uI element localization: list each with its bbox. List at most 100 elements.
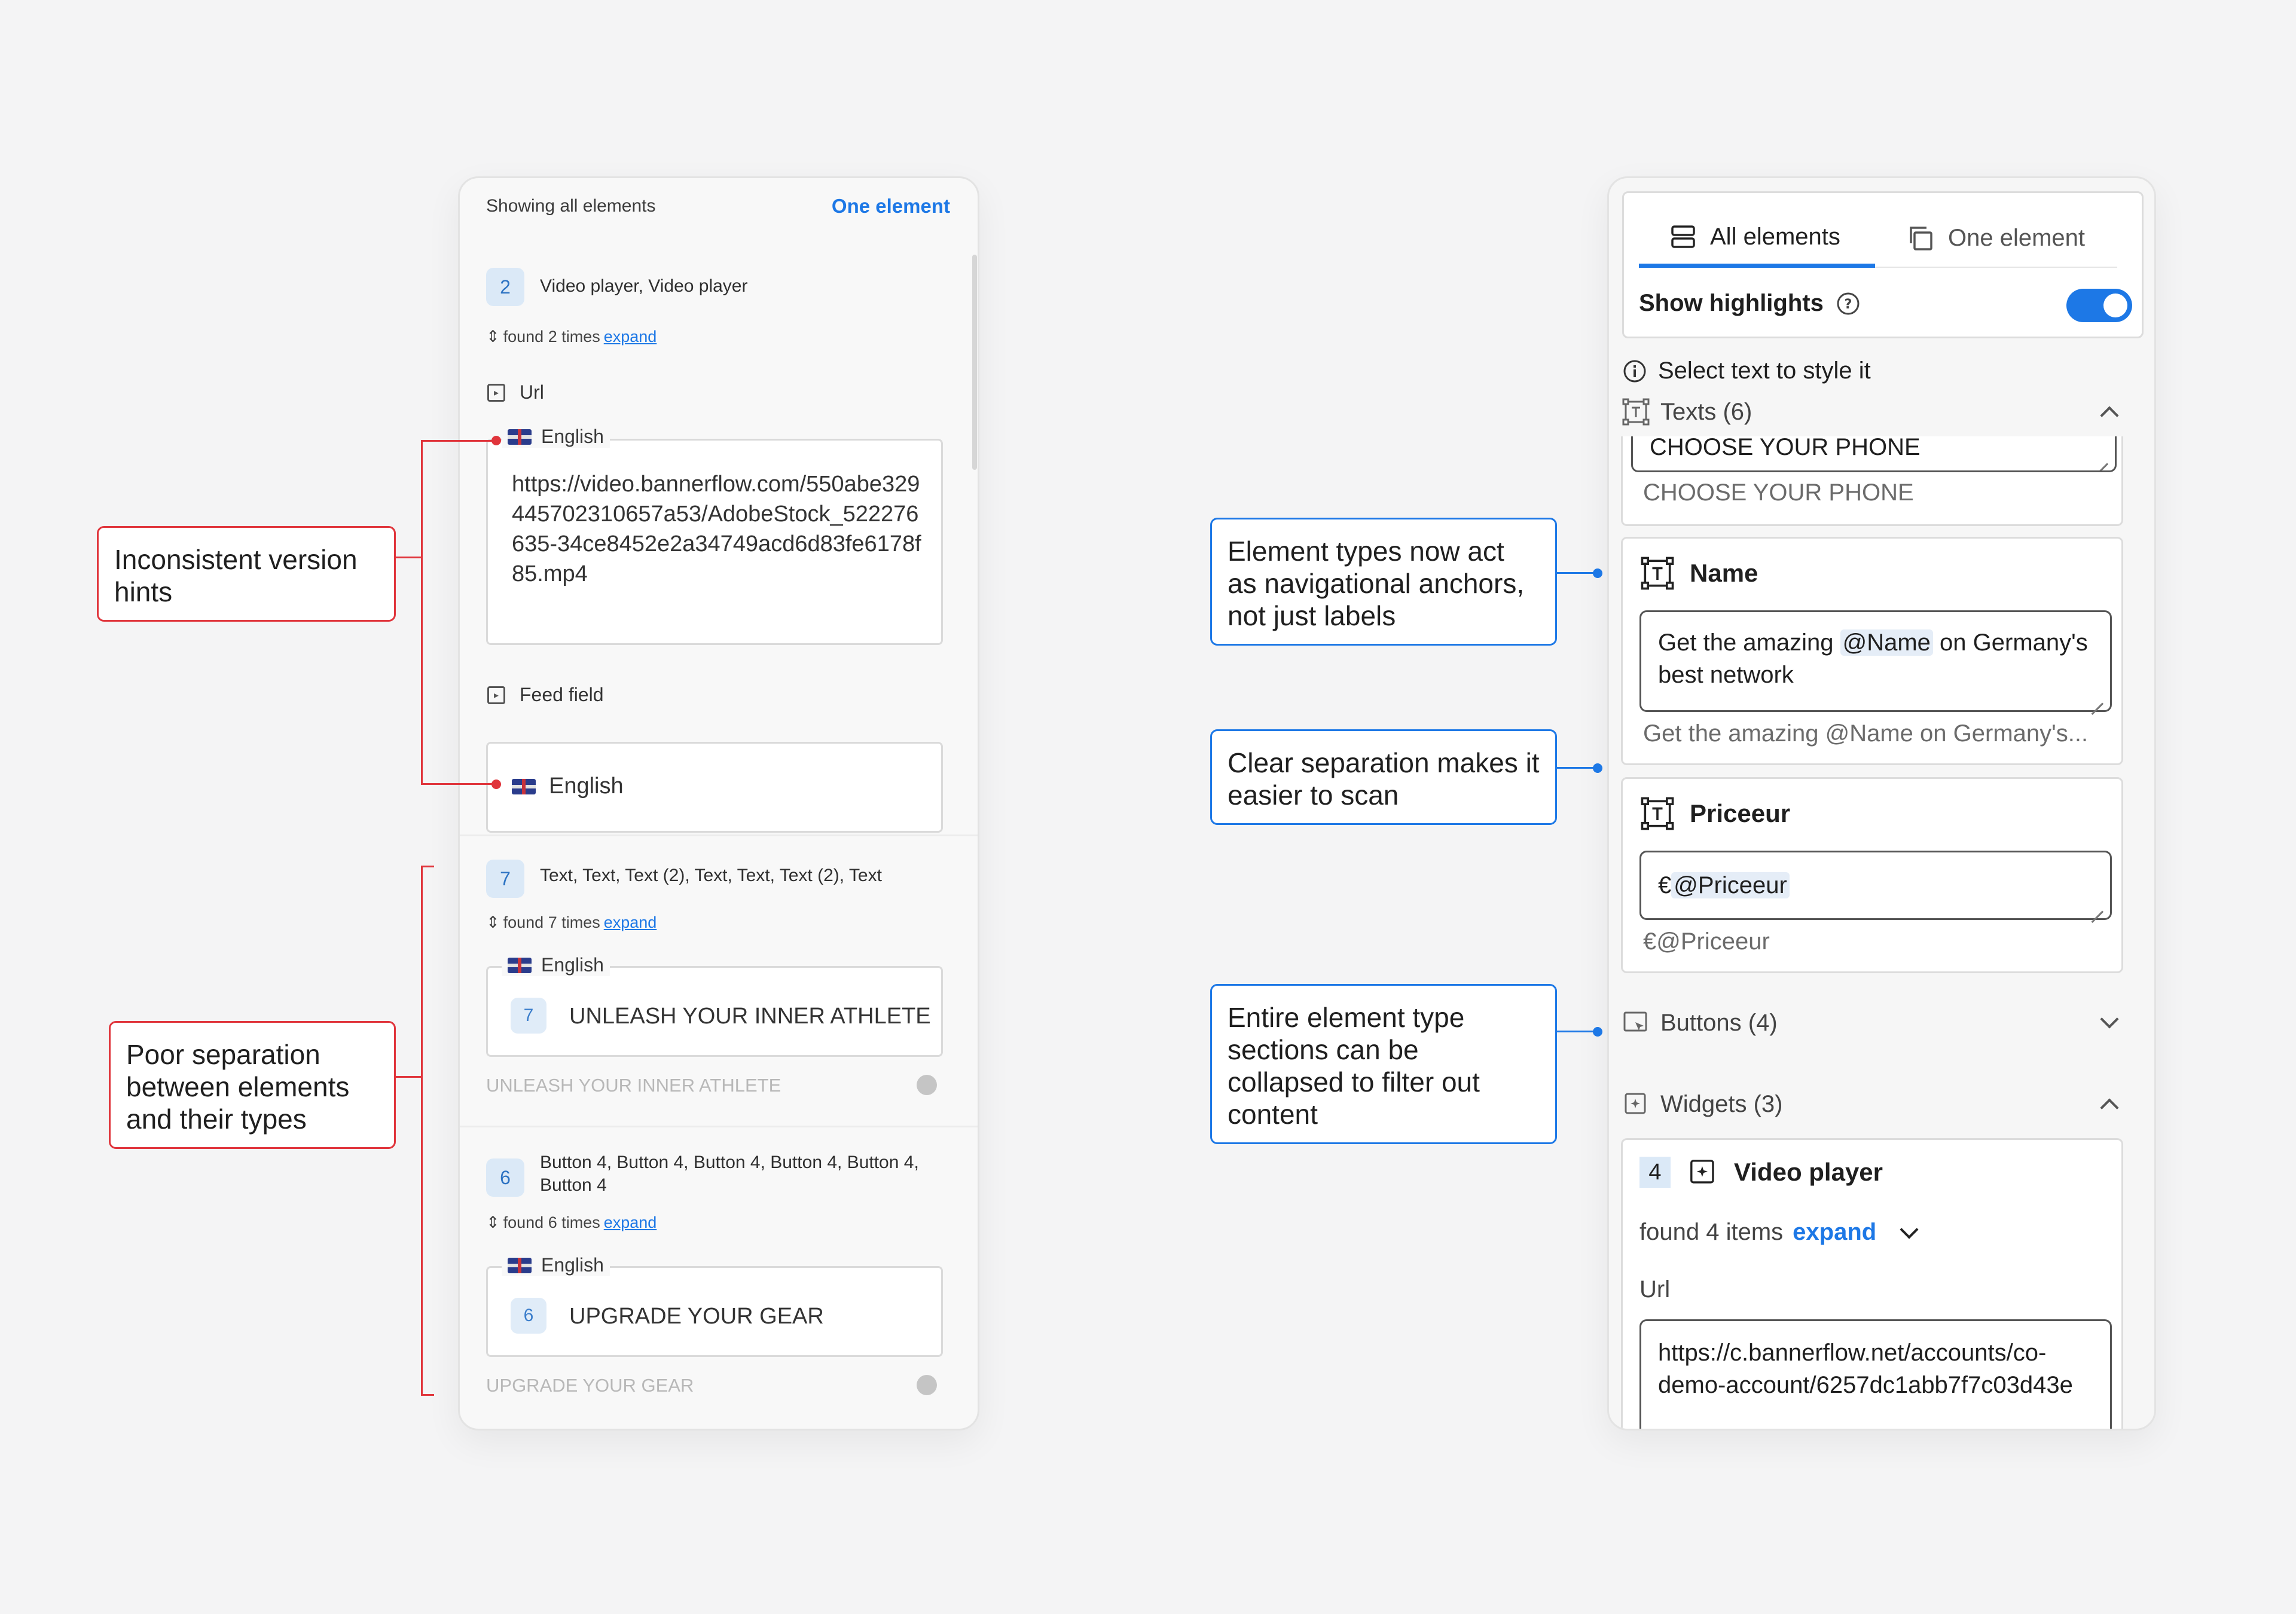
callout-collapse-sections: Entire element type sections can be coll…: [1210, 984, 1557, 1144]
url-input[interactable]: https://c.bannerflow.net/accounts/co-dem…: [1639, 1319, 2112, 1429]
expand-link[interactable]: expand: [604, 913, 657, 932]
expand-collapse-icon: ⇕: [486, 913, 500, 931]
text-card-priceeur[interactable]: Priceeur € @Priceeur €@Priceeur: [1621, 777, 2123, 973]
language-label: English: [502, 1254, 610, 1276]
active-tab-indicator: [1639, 264, 1875, 268]
widget-card-video-player[interactable]: 4 Video player found 4 items expand Url …: [1621, 1138, 2123, 1429]
found-text: found 2 times: [503, 328, 600, 346]
group-title: Video player, Video player: [540, 276, 748, 296]
text-preview: Get the amazing @Name on Germany's...: [1643, 720, 2089, 747]
chevron-up-icon[interactable]: [2100, 1098, 2119, 1117]
url-value[interactable]: https://video.bannerflow.com/550abe32944…: [512, 469, 924, 589]
divider: [460, 834, 978, 836]
button-value[interactable]: UPGRADE YOUR GEAR: [569, 1304, 824, 1329]
found-row: ⇕ found 7 times expand: [486, 913, 657, 932]
tab-one-element[interactable]: One element: [1905, 223, 2085, 253]
found-text: found 4 items: [1639, 1219, 1784, 1245]
new-panel: All elements One element Show highlights…: [1607, 176, 2156, 1430]
feed-card[interactable]: English: [486, 742, 943, 833]
status-dot[interactable]: [917, 1075, 937, 1095]
button-preview: UPGRADE YOUR GEAR: [486, 1375, 694, 1396]
chevron-down-icon[interactable]: [2100, 1010, 2119, 1029]
buttons-section-header[interactable]: Buttons (4): [1622, 1009, 2130, 1037]
uk-flag-icon: [508, 1257, 532, 1273]
version-badge: 6: [511, 1298, 546, 1334]
text-input[interactable]: Get the amazing @Name on Germany's best …: [1639, 610, 2112, 712]
resize-handle[interactable]: [2091, 900, 2103, 912]
text-card-name[interactable]: Name Get the amazing @Name on Germany's …: [1621, 537, 2123, 765]
uk-flag-icon: [512, 778, 536, 794]
count-badge: 4: [1639, 1157, 1671, 1188]
expand-collapse-icon: ⇕: [486, 1213, 500, 1231]
found-text: found 6 times: [503, 1213, 600, 1231]
connector-dot: [1593, 1027, 1602, 1037]
expand-link[interactable]: expand: [604, 1213, 657, 1232]
element-title[interactable]: Priceeur: [1641, 797, 1790, 830]
callout-inconsistent-hints: Inconsistent version hints: [97, 526, 396, 622]
expand-link[interactable]: expand: [1793, 1219, 1876, 1246]
scrollbar[interactable]: [972, 255, 977, 470]
bracket-line: [421, 440, 423, 784]
url-card[interactable]: https://video.bannerflow.com/550abe32944…: [486, 439, 943, 645]
uk-flag-icon: [508, 957, 532, 973]
help-icon[interactable]: ?: [1836, 291, 1861, 316]
highlights-toggle[interactable]: [2066, 289, 2132, 322]
chevron-down-icon[interactable]: [1900, 1219, 1919, 1239]
feed-field-label: ▸ Feed field: [487, 684, 604, 706]
language-label: English: [502, 426, 610, 448]
info-icon: [1623, 360, 1646, 382]
text-preview: CHOOSE YOUR PHONE: [1643, 479, 1914, 506]
element-title[interactable]: Name: [1641, 557, 1758, 590]
connector-line: [421, 440, 496, 442]
text-input[interactable]: € @Priceeur: [1639, 851, 2112, 920]
group-title: Text, Text, Text (2), Text, Text, Text (…: [540, 866, 882, 885]
text-preview: €@Priceeur: [1643, 928, 1770, 955]
found-text: found 7 times: [503, 913, 600, 931]
count-badge: 2: [486, 268, 524, 306]
group-title: Button 4, Button 4, Button 4, Button 4, …: [540, 1153, 919, 1195]
text-element-icon: [1641, 797, 1674, 830]
resize-handle[interactable]: [2096, 453, 2108, 464]
texts-section-header[interactable]: Texts (6): [1622, 398, 2130, 426]
url-label: Url: [1639, 1276, 1671, 1303]
variable-highlight[interactable]: @Name: [1840, 629, 1933, 656]
variable-highlight[interactable]: @Priceeur: [1671, 872, 1790, 898]
widgets-section-header[interactable]: Widgets (3): [1622, 1090, 2130, 1118]
connector-line: [421, 1394, 434, 1396]
url-field-label: ▸ Url: [487, 381, 544, 404]
chevron-up-icon[interactable]: [2100, 406, 2119, 425]
found-row: found 4 items expand: [1639, 1219, 1919, 1246]
text-element-icon: [1622, 398, 1650, 426]
rows-icon: [1671, 225, 1695, 248]
showing-all-label: Showing all elements: [486, 196, 656, 216]
connector-dot: [491, 436, 501, 445]
button-card[interactable]: 6 UPGRADE YOUR GEAR: [486, 1266, 943, 1357]
bracket-line: [421, 866, 423, 1396]
resize-handle[interactable]: [2091, 692, 2103, 704]
svg-text:?: ?: [1844, 297, 1852, 312]
callout-navigational-anchors: Element types now act as navigational an…: [1210, 518, 1557, 646]
one-element-link[interactable]: One element: [832, 195, 950, 218]
field-icon: ▸: [487, 383, 505, 402]
widget-element-icon: [1690, 1160, 1714, 1184]
found-row: ⇕ found 6 times expand: [486, 1213, 657, 1232]
status-dot[interactable]: [917, 1375, 937, 1395]
element-title[interactable]: Video player: [1687, 1157, 1883, 1188]
callout-clear-separation: Clear separation makes it easier to scan: [1210, 729, 1557, 825]
connector-dot: [1593, 763, 1602, 773]
button-element-icon: [1623, 1011, 1647, 1032]
text-card-partial[interactable]: CHOOSE YOUR PHONE CHOOSE YOUR PHONE: [1621, 436, 2123, 526]
expand-collapse-icon: ⇕: [486, 328, 500, 346]
text-card[interactable]: 7 UNLEASH YOUR INNER ATHLETE: [486, 966, 943, 1057]
text-value[interactable]: UNLEASH YOUR INNER ATHLETE: [569, 1004, 931, 1029]
text-element-icon: [1641, 557, 1674, 590]
found-row: ⇕ found 2 times expand: [486, 328, 657, 346]
text-preview: UNLEASH YOUR INNER ATHLETE: [486, 1075, 781, 1096]
field-icon: ▸: [487, 686, 505, 704]
text-input[interactable]: CHOOSE YOUR PHONE: [1631, 436, 2117, 472]
tab-all-elements[interactable]: All elements: [1669, 223, 1840, 250]
expand-link[interactable]: expand: [604, 328, 657, 346]
language-label: English: [502, 954, 610, 976]
widget-element-icon: [1625, 1093, 1646, 1114]
copy-icon: [1910, 227, 1932, 250]
